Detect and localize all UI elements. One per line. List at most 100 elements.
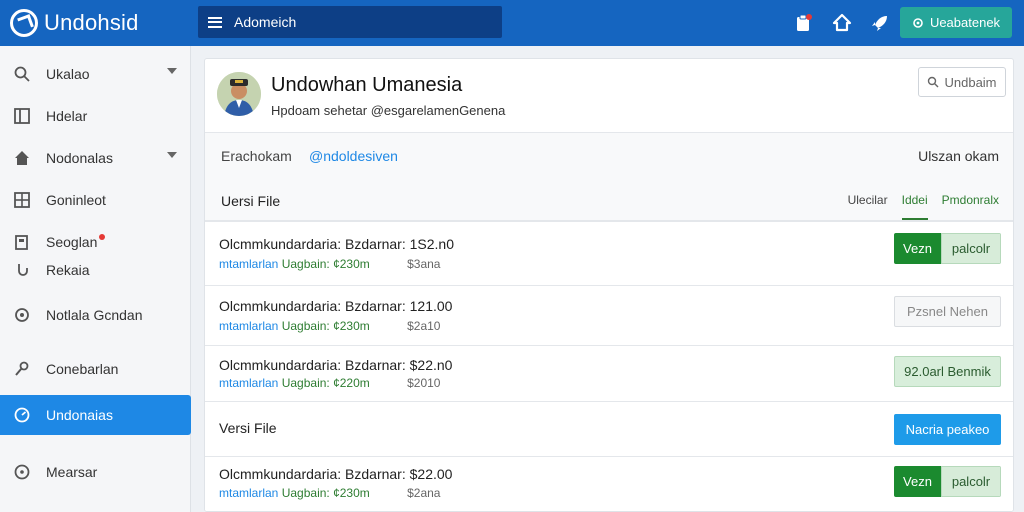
sidebar-item-label: Notlala Gcndan: [46, 307, 143, 323]
sidebar-item-label: Goninleot: [46, 192, 106, 208]
secondary-button[interactable]: 92.0arl Benmik: [894, 356, 1001, 387]
notification-dot: [99, 234, 106, 240]
meta-row: Erachokam @ndoldesiven Ulszan okam: [205, 133, 1013, 179]
main-card: Undowhan Umanesia Hpdoam sehetar @esgare…: [204, 58, 1014, 512]
chevron-down-icon: [167, 68, 177, 74]
sidebar-item-label: Undonaias: [46, 407, 113, 423]
row-details: mtamlarlan Uagbain: ¢230m $2a10: [219, 319, 440, 333]
meta-right-label[interactable]: Ulszan okam: [918, 148, 999, 164]
row-title: Olcmmkundardaria: Bzdarnar: 121.00: [219, 298, 453, 314]
row-button-group: Vezn palcolr: [894, 233, 1001, 264]
version-title: Versi File: [219, 420, 277, 436]
clipboard-alert-icon[interactable]: [792, 11, 816, 35]
row-button-group: Vezn palcolr: [894, 466, 1001, 497]
sidebar: Ukalao Hdelar Nodonalas Goninleot Seogla…: [0, 46, 191, 512]
row-price: $2a10: [407, 319, 441, 333]
profile-name: Undowhan Umanesia: [271, 74, 463, 96]
row-details: mtamlarlan Uagbain: ¢220m $2010: [219, 376, 440, 390]
row-link[interactable]: mtamlarlan: [219, 376, 278, 390]
view-button[interactable]: Vezn: [894, 466, 941, 497]
info-icon: [12, 462, 32, 482]
gear-icon: [12, 305, 32, 325]
hook-icon: [12, 260, 32, 280]
row-title: Olcmmkundardaria: Bzdarnar: 1S2.n0: [219, 236, 454, 252]
list-item: Olcmmkundardaria: Bzdarnar: $22.n0 mtaml…: [205, 346, 1013, 402]
tab-iddei[interactable]: Iddei: [901, 193, 928, 220]
sidebar-item-label: Ukalao: [46, 66, 90, 82]
search-icon: [12, 64, 32, 84]
profile-action-label: Undbaim: [944, 74, 997, 90]
search-icon: [928, 76, 939, 88]
profile-header: Undowhan Umanesia Hpdoam sehetar @esgare…: [205, 59, 1013, 133]
gear-icon: [913, 17, 923, 28]
brand-name: Undohsid: [44, 10, 139, 35]
tab-pmdonralx[interactable]: Pmdonralx: [942, 193, 999, 220]
rocket-icon[interactable]: [868, 11, 892, 35]
row-amount: Uagbain: ¢230m: [281, 486, 370, 500]
sidebar-item-label: Nodonalas: [46, 150, 113, 166]
panel-icon: [12, 106, 32, 126]
tab-bar: Ulecilar Iddei Pmdonralx: [848, 193, 999, 220]
profile-subtitle: Hpdoam sehetar @esgarelamenGenena: [271, 103, 506, 118]
top-bar: Undohsid Adomeich Ueabatenek: [0, 0, 1024, 46]
row-title: Olcmmkundardaria: Bzdarnar: $22.00: [219, 466, 453, 482]
compass-icon: [12, 405, 32, 425]
section-header: Uersi File Ulecilar Iddei Pmdonralx: [205, 179, 1013, 222]
list-item: Olcmmkundardaria: Bzdarnar: 121.00 mtaml…: [205, 286, 1013, 346]
secondary-button[interactable]: palcolr: [941, 466, 1001, 497]
row-amount: Uagbain: ¢230m: [281, 319, 370, 333]
section-title: Uersi File: [221, 193, 281, 209]
document-icon: [12, 232, 32, 252]
sidebar-item-mearsar[interactable]: Mearsar: [0, 452, 191, 492]
row-link[interactable]: mtamlarlan: [219, 486, 278, 500]
row-price: $2ana: [407, 486, 441, 500]
row-details: mtamlarlan Uagbain: ¢230m $3ana: [219, 257, 440, 271]
row-details: mtamlarlan Uagbain: ¢230m $2ana: [219, 486, 440, 500]
sidebar-item-goninleot[interactable]: Goninleot: [0, 180, 191, 220]
home-icon: [12, 148, 32, 168]
row-amount: Uagbain: ¢220m: [281, 376, 370, 390]
profile-action-button[interactable]: Undbaim: [918, 67, 1006, 97]
search-text: Adomeich: [234, 14, 297, 30]
primary-action-label: Ueabatenek: [929, 15, 1001, 30]
logo-icon: [10, 9, 38, 37]
primary-action-button[interactable]: Ueabatenek: [900, 7, 1012, 38]
sidebar-item-hdelar[interactable]: Hdelar: [0, 96, 191, 136]
meta-link[interactable]: @ndoldesiven: [309, 148, 398, 164]
row-price: $2010: [407, 376, 441, 390]
chevron-down-icon: [167, 152, 177, 158]
sidebar-item-rekaia[interactable]: Rekaia: [0, 250, 191, 290]
tab-ulecilar[interactable]: Ulecilar: [848, 193, 888, 220]
sidebar-item-notlala-gcndan[interactable]: Notlala Gcndan: [0, 295, 191, 335]
home-icon[interactable]: [830, 11, 854, 35]
sidebar-item-conebarlan[interactable]: Conebarlan: [0, 349, 191, 389]
row-title: Olcmmkundardaria: Bzdarnar: $22.n0: [219, 357, 453, 373]
sidebar-item-label: Seoglan: [46, 234, 98, 250]
secondary-button[interactable]: palcolr: [941, 233, 1001, 264]
list-item: Olcmmkundardaria: Bzdarnar: 1S2.n0 mtaml…: [205, 222, 1013, 286]
row-price: $3ana: [407, 257, 441, 271]
search-bar[interactable]: Adomeich: [198, 6, 502, 38]
version-header: Versi File Nacria peakeo: [205, 402, 1013, 457]
sidebar-item-label: Rekaia: [46, 262, 90, 278]
primary-button[interactable]: Nacria peakeo: [894, 414, 1001, 445]
avatar[interactable]: [217, 72, 261, 116]
sidebar-item-ukalao[interactable]: Ukalao: [0, 54, 191, 94]
row-link[interactable]: mtamlarlan: [219, 257, 278, 271]
sidebar-item-label: Mearsar: [46, 464, 98, 480]
sidebar-item-nodonalas[interactable]: Nodonalas: [0, 138, 191, 178]
grid-icon: [12, 190, 32, 210]
brand[interactable]: Undohsid: [0, 9, 192, 37]
row-link[interactable]: mtamlarlan: [219, 319, 278, 333]
meta-label: Erachokam: [221, 148, 292, 164]
top-icons: [792, 11, 892, 35]
sidebar-item-undonaias[interactable]: Undonaias: [0, 395, 191, 435]
disabled-button[interactable]: Pzsnel Nehen: [894, 296, 1001, 327]
row-amount: Uagbain: ¢230m: [281, 257, 370, 271]
view-button[interactable]: Vezn: [894, 233, 941, 264]
list-item: Olcmmkundardaria: Bzdarnar: $22.00 mtaml…: [205, 457, 1013, 511]
sidebar-item-label: Hdelar: [46, 108, 88, 124]
wrench-icon: [12, 359, 32, 379]
menu-icon[interactable]: [208, 16, 222, 28]
sidebar-item-label: Conebarlan: [46, 361, 119, 377]
